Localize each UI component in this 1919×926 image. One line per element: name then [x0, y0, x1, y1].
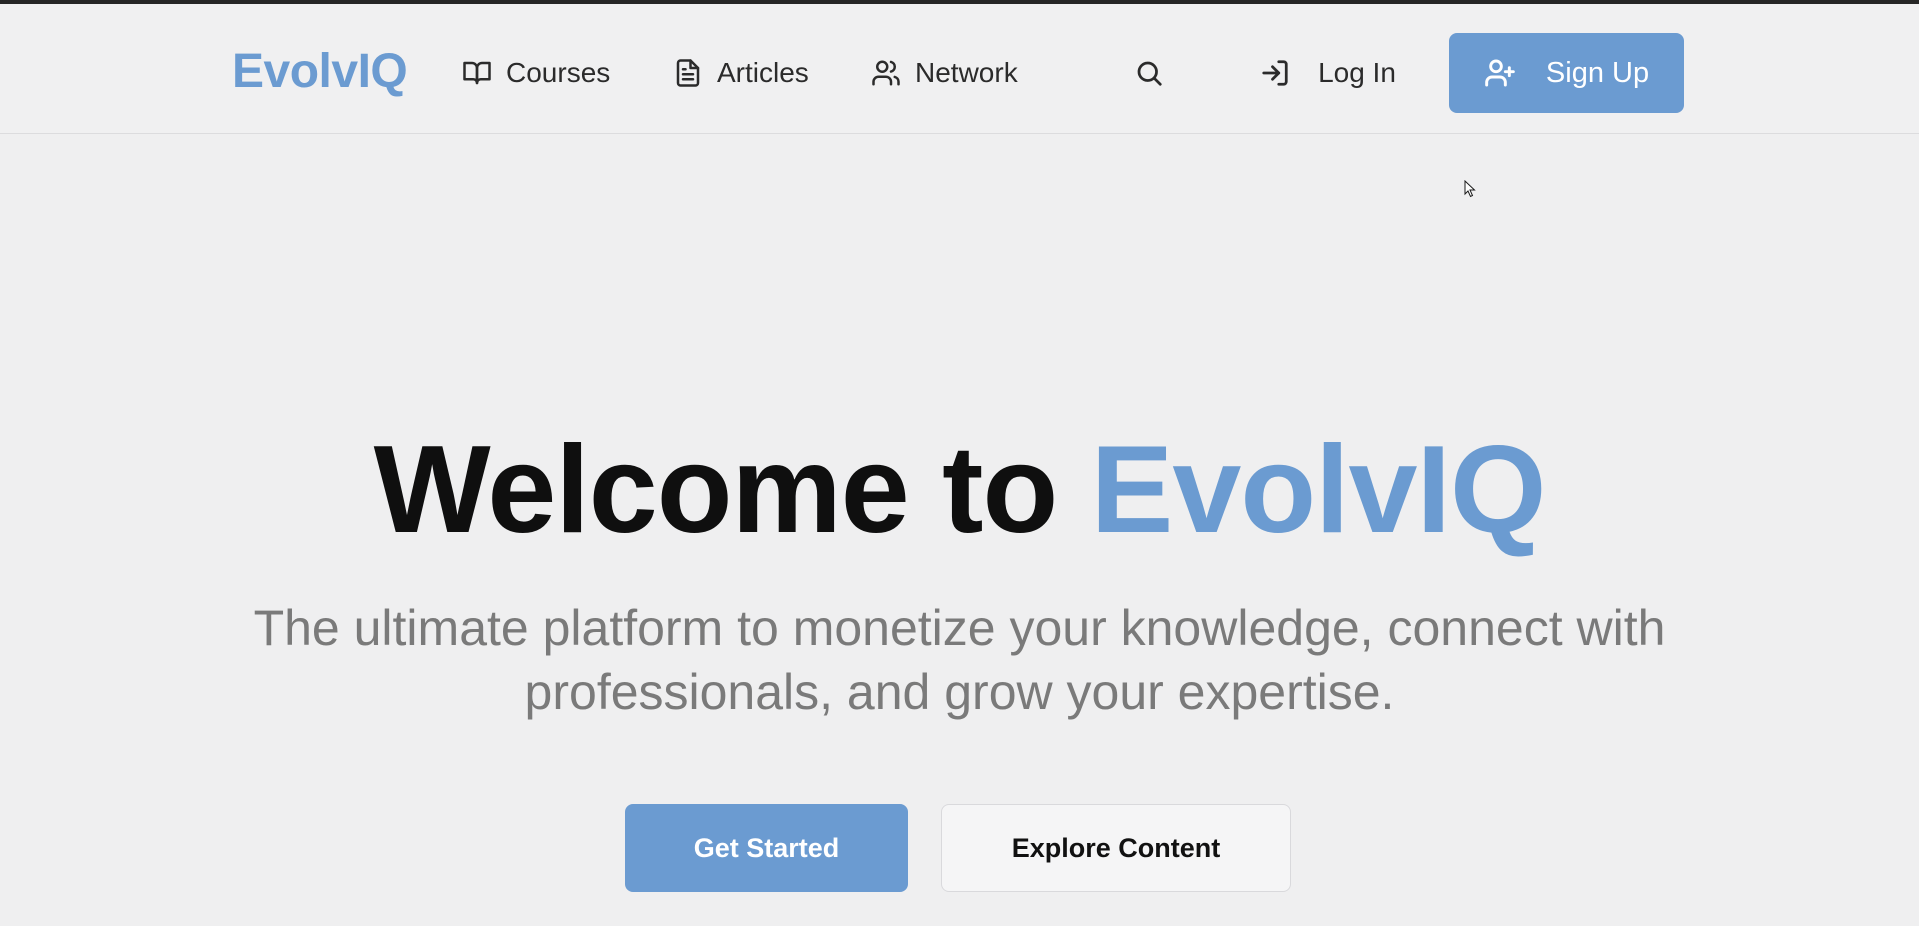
nav-item-network[interactable]: Network [871, 50, 1018, 96]
logo[interactable]: EvolvIQ [232, 44, 408, 100]
hero-title-brand: EvolvIQ [1090, 421, 1547, 559]
nav-item-articles[interactable]: Articles [673, 50, 809, 96]
user-plus-icon [1485, 59, 1515, 87]
nav-item-label: Courses [506, 57, 611, 88]
login-label: Log In [1318, 57, 1396, 88]
explore-content-button[interactable]: Explore Content [941, 804, 1291, 892]
nav-item-courses[interactable]: Courses [462, 50, 610, 96]
search-icon [1137, 61, 1162, 86]
log-in-icon [1262, 60, 1288, 86]
top-navbar: EvolvIQ Courses Articles Network Log In … [0, 4, 1919, 134]
signup-label: Sign Up [1545, 56, 1650, 89]
hero-title-prefix: Welcome to [373, 421, 1091, 559]
file-text-icon [676, 59, 700, 87]
users-icon [872, 60, 900, 86]
book-open-icon [463, 61, 491, 85]
search-button[interactable] [1116, 40, 1182, 106]
mouse-cursor-icon [1464, 180, 1476, 198]
get-started-button[interactable]: Get Started [625, 804, 908, 892]
login-button[interactable]: Log In [1228, 40, 1428, 106]
signup-button[interactable]: Sign Up [1449, 33, 1684, 113]
hero-title: Welcome to EvolvIQ [0, 420, 1919, 560]
nav-item-label: Network [915, 57, 1018, 88]
nav-item-label: Articles [717, 57, 809, 88]
hero-subtitle: The ultimate platform to monetize your k… [253, 600, 1666, 720]
